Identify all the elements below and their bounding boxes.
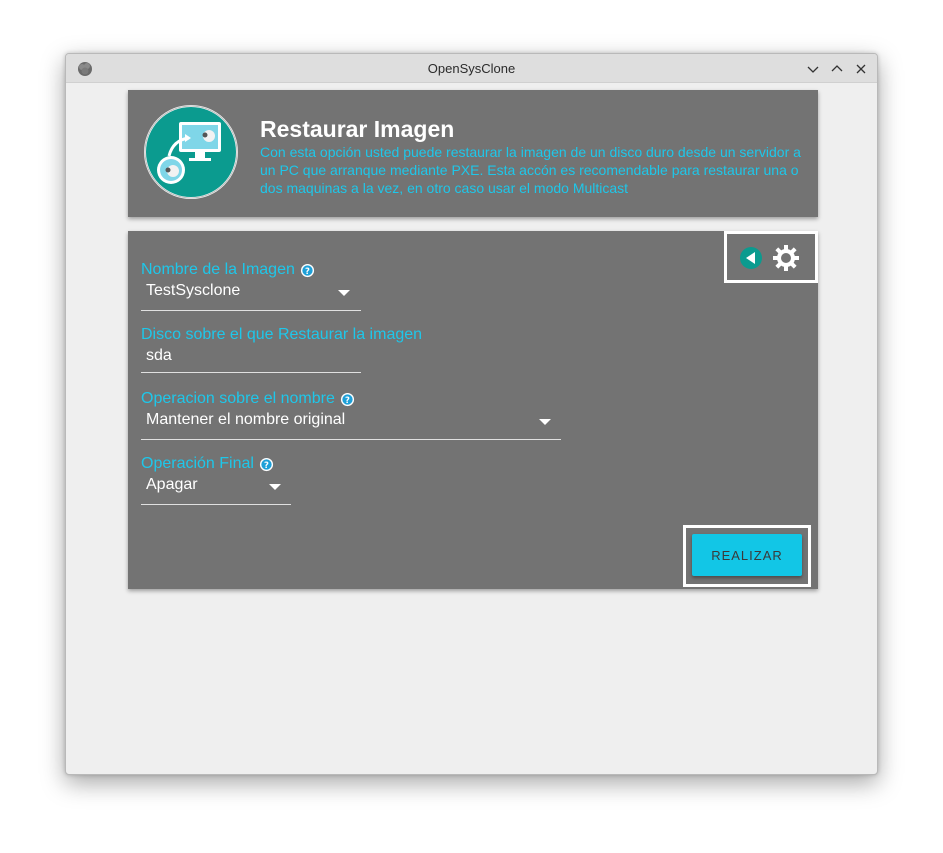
image-name-label: Nombre de la Imagen [141, 261, 295, 278]
image-name-label-row: Nombre de la Imagen ? [141, 261, 361, 279]
svg-text:?: ? [305, 265, 310, 275]
minimize-button[interactable] [803, 59, 823, 79]
field-underline [141, 372, 361, 373]
svg-text:?: ? [345, 394, 350, 404]
name-operation-label: Operacion sobre el nombre [141, 390, 335, 407]
back-arrow-icon[interactable] [739, 246, 763, 270]
final-operation-label-row: Operación Final ? [141, 455, 291, 473]
name-operation-select[interactable]: Operacion sobre el nombre ? Mantener el … [141, 390, 561, 440]
disk-label: Disco sobre el que Restaurar la imagen [141, 326, 423, 343]
help-icon[interactable]: ? [259, 457, 274, 472]
chevron-up-icon [831, 65, 843, 72]
image-name-value: TestSysclone [146, 282, 241, 299]
help-icon[interactable]: ? [340, 392, 355, 407]
close-button[interactable] [851, 59, 871, 79]
help-icon[interactable]: ? [300, 263, 315, 278]
app-window: OpenSysClone Restaurar Imagen Con esta o… [65, 53, 878, 775]
submit-button-highlight: REALIZAR [683, 525, 811, 587]
field-underline [141, 504, 291, 505]
restore-image-logo [144, 105, 238, 199]
page-title: Restaurar Imagen [260, 116, 455, 142]
header-card: Restaurar Imagen Con esta opción usted p… [128, 90, 818, 217]
title-bar: OpenSysClone [66, 54, 877, 83]
image-name-select[interactable]: Nombre de la Imagen ? TestSysclone [141, 261, 361, 311]
realizar-button[interactable]: REALIZAR [692, 534, 802, 576]
window-title: OpenSysClone [427, 61, 516, 76]
disk-field[interactable]: Disco sobre el que Restaurar la imagen ?… [141, 326, 422, 376]
chevron-down-icon [269, 484, 281, 490]
close-icon [856, 64, 866, 74]
gear-icon[interactable] [772, 244, 800, 272]
chevron-down-icon [539, 419, 551, 425]
toolbar-icons [724, 231, 818, 283]
disk-label-row: Disco sobre el que Restaurar la imagen ? [141, 326, 422, 344]
svg-text:?: ? [264, 459, 269, 469]
chevron-down-icon [338, 290, 350, 296]
field-underline [141, 439, 561, 440]
disk-value: sda [146, 347, 172, 364]
name-operation-label-row: Operacion sobre el nombre ? [141, 390, 561, 408]
page-description: Con esta opción usted puede restaurar la… [260, 144, 801, 196]
final-operation-label: Operación Final [141, 455, 254, 472]
name-operation-value: Mantener el nombre original [146, 411, 346, 428]
field-underline [141, 310, 361, 311]
chevron-down-icon [807, 66, 819, 73]
form-card: Nombre de la Imagen ? TestSysclone Disco… [128, 231, 818, 589]
maximize-button[interactable] [827, 59, 847, 79]
final-operation-select[interactable]: Operación Final ? Apagar [141, 455, 291, 505]
